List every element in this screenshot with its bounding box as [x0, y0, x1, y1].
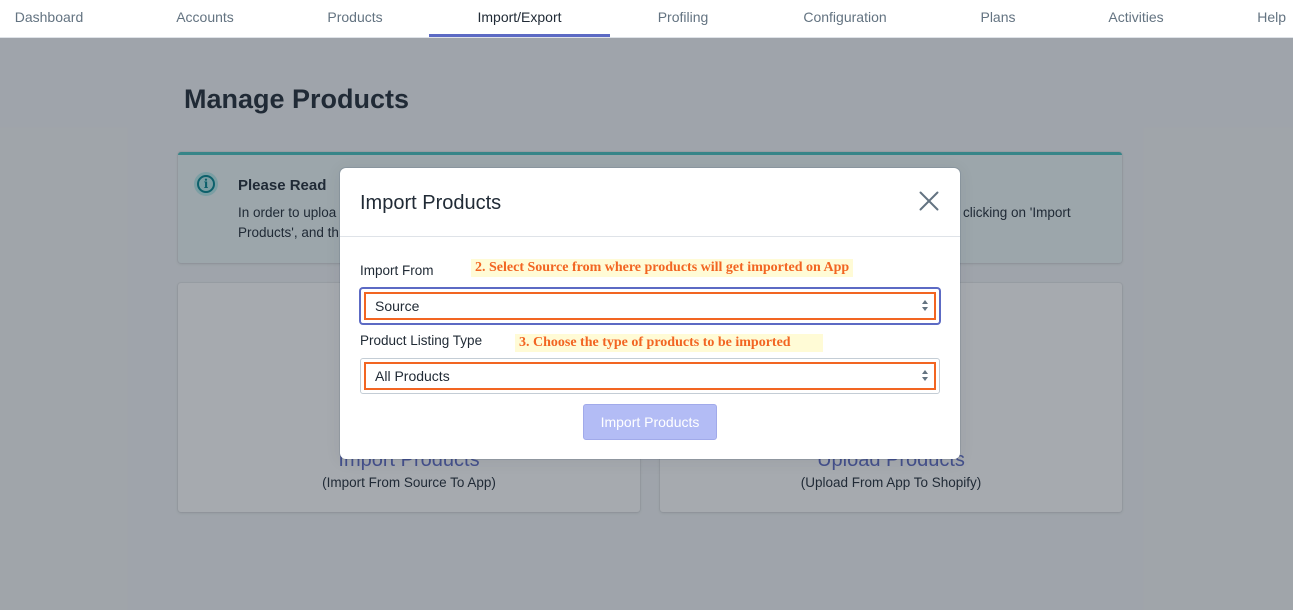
listing-type-label: Product Listing Type	[360, 333, 483, 348]
nav-profiling[interactable]: Profiling	[638, 0, 728, 37]
nav-products[interactable]: Products	[310, 0, 400, 37]
top-nav: Dashboard Accounts Products Import/Expor…	[0, 0, 1293, 38]
annotation-source: 2. Select Source from where products wil…	[471, 259, 854, 277]
select-arrows-icon	[921, 300, 929, 312]
import-from-label: Import From	[360, 263, 434, 278]
select-arrows-icon	[921, 370, 929, 382]
modal-title: Import Products	[360, 192, 502, 214]
listing-type-select[interactable]: All Products	[360, 358, 940, 394]
nav-configuration[interactable]: Configuration	[790, 0, 900, 37]
import-from-value: Source	[375, 298, 420, 314]
modal-header: Import Products	[340, 168, 960, 237]
annotation-type: 3. Choose the type of products to be imp…	[515, 334, 823, 352]
nav-import-export[interactable]: Import/Export	[429, 0, 610, 37]
nav-help[interactable]: Help	[1250, 0, 1293, 37]
listing-type-value: All Products	[375, 368, 450, 384]
nav-dashboard[interactable]: Dashboard	[0, 0, 98, 37]
nav-plans[interactable]: Plans	[960, 0, 1036, 37]
import-from-select[interactable]: Source	[360, 288, 940, 324]
nav-activities[interactable]: Activities	[1096, 0, 1176, 37]
select-highlight	[364, 292, 936, 320]
select-highlight	[364, 362, 936, 390]
import-products-modal: Import Products Import From 2. Select So…	[340, 168, 960, 459]
import-products-button[interactable]: Import Products	[583, 404, 717, 440]
nav-accounts[interactable]: Accounts	[160, 0, 250, 37]
close-icon[interactable]	[916, 188, 942, 214]
